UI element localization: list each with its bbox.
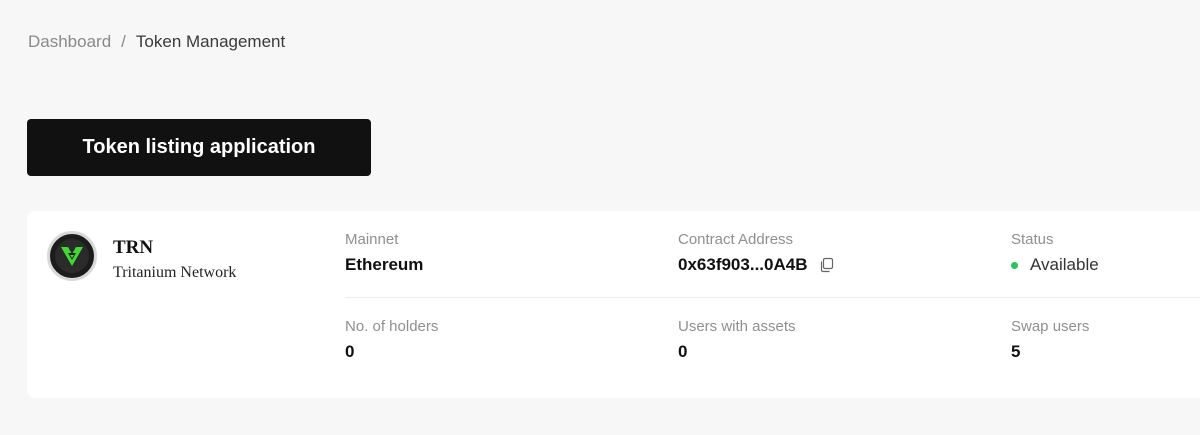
contract-address-value: 0x63f903...0A4B — [678, 255, 808, 274]
contract-address-label: Contract Address — [678, 231, 794, 248]
contract-address-field: Contract Address 0x63f903...0A4B — [678, 231, 835, 276]
status-field: Status Available — [1011, 231, 1099, 276]
swap-users-label: Swap users — [1011, 318, 1090, 335]
swap-users-value-row: 5 — [1011, 341, 1089, 363]
swap-users-field: Swap users 5 — [1011, 318, 1089, 363]
token-symbol: TRN — [113, 237, 154, 258]
token-card: TRN Tritanium Network Mainnet Ethereum C… — [27, 211, 1200, 398]
tritanium-logo-icon — [47, 231, 97, 281]
mainnet-label: Mainnet — [345, 231, 399, 248]
copy-icon[interactable] — [819, 257, 835, 273]
mainnet-value-row: Ethereum — [345, 254, 423, 276]
holders-label: No. of holders — [345, 318, 439, 335]
status-label: Status — [1011, 231, 1054, 248]
mainnet-field: Mainnet Ethereum — [345, 231, 423, 276]
status-value-row: Available — [1011, 254, 1099, 276]
users-with-assets-label: Users with assets — [678, 318, 796, 335]
status-value: Available — [1030, 255, 1099, 274]
holders-value: 0 — [345, 342, 355, 361]
token-name: Tritanium Network — [113, 264, 237, 281]
users-with-assets-field: Users with assets 0 — [678, 318, 796, 363]
token-listing-application-button[interactable]: Token listing application — [27, 119, 371, 176]
breadcrumb-separator: / — [121, 32, 126, 51]
users-with-assets-value-row: 0 — [678, 341, 796, 363]
breadcrumb: Dashboard / Token Management — [28, 31, 285, 53]
mainnet-value: Ethereum — [345, 255, 424, 274]
row-divider — [345, 297, 1200, 298]
breadcrumb-dashboard-link[interactable]: Dashboard — [28, 31, 111, 53]
swap-users-value: 5 — [1011, 342, 1021, 361]
holders-field: No. of holders 0 — [345, 318, 438, 363]
users-with-assets-value: 0 — [678, 342, 688, 361]
status-dot-icon — [1011, 261, 1018, 269]
token-identity: TRN Tritanium Network — [47, 231, 236, 283]
breadcrumb-current: Token Management — [135, 32, 286, 51]
contract-address-value-row: 0x63f903...0A4B — [678, 254, 835, 276]
holders-value-row: 0 — [345, 341, 438, 363]
